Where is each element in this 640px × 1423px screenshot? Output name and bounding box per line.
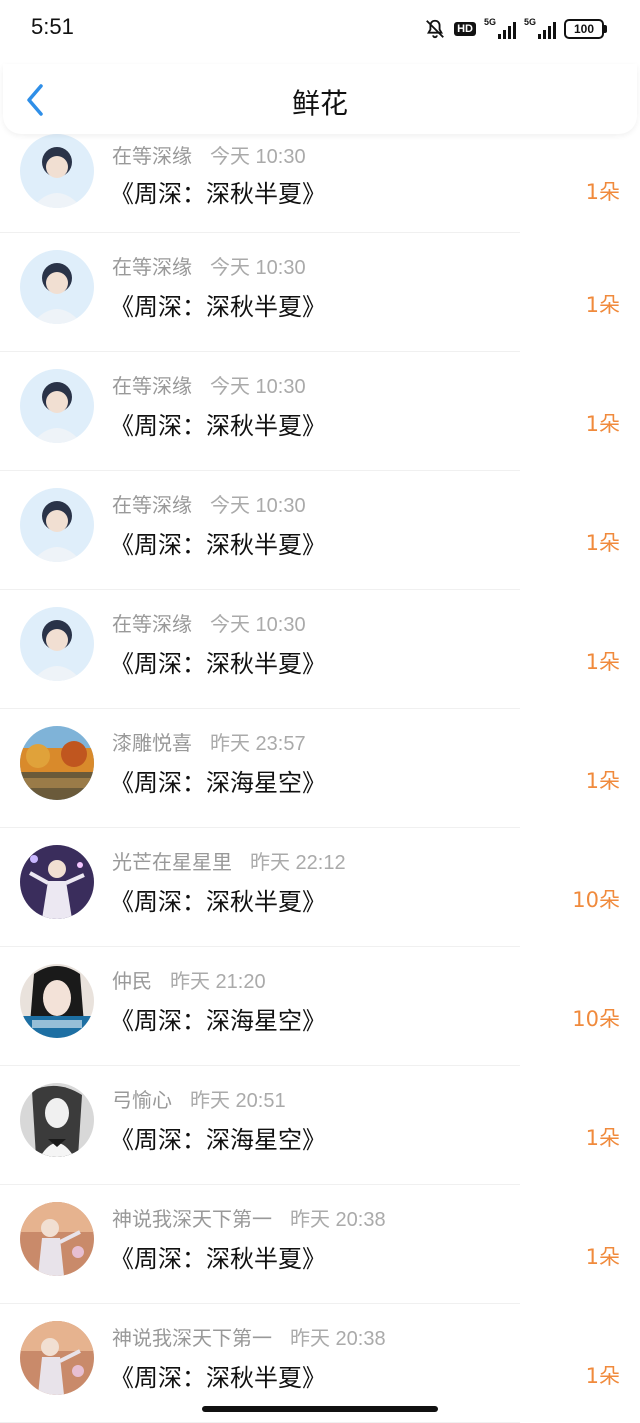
song-title: 《周深：深秋半夏》 <box>110 650 326 678</box>
send-time: 昨天 22:12 <box>250 852 346 874</box>
song-title: 《周深：深秋半夏》 <box>110 1364 326 1392</box>
send-time: 今天 10:30 <box>210 146 306 168</box>
avatar <box>20 1083 94 1157</box>
song-title: 《周深：深秋半夏》 <box>110 888 326 916</box>
song-title: 《周深：深海星空》 <box>110 1126 326 1154</box>
flower-quantity: 10朵 <box>572 1007 620 1031</box>
top-bar: 鲜花 <box>3 64 637 134</box>
sender-name: 在等深缘 <box>112 255 192 279</box>
status-time: 5:51 <box>31 14 74 39</box>
flower-quantity: 1朵 <box>585 531 620 555</box>
song-title: 《周深：深秋半夏》 <box>110 1245 326 1273</box>
song-title: 《周深：深海星空》 <box>110 769 326 797</box>
sender-name: 在等深缘 <box>112 612 192 636</box>
list-item[interactable]: 弓愉心 昨天 20:51 《周深：深海星空》 1朵 <box>0 1066 640 1185</box>
avatar <box>20 488 94 562</box>
sender-name: 弓愉心 <box>112 1088 172 1112</box>
song-title: 《周深：深秋半夏》 <box>110 180 326 208</box>
list-item[interactable]: 在等深缘 今天 10:30 《周深：深秋半夏》 1朵 <box>0 471 640 590</box>
home-indicator[interactable] <box>202 1406 438 1412</box>
page-title: 鲜花 <box>291 87 348 120</box>
avatar <box>20 845 94 919</box>
sender-name: 仲民 <box>112 969 152 993</box>
list-item[interactable]: 在等深缘 今天 10:30 《周深：深秋半夏》 1朵 <box>0 134 640 233</box>
sender-name: 神说我深天下第一 <box>112 1326 272 1350</box>
sender-name: 在等深缘 <box>112 374 192 398</box>
send-time: 今天 10:30 <box>210 376 306 398</box>
send-time: 昨天 20:38 <box>290 1328 386 1350</box>
send-time: 今天 10:30 <box>210 495 306 517</box>
flower-quantity: 1朵 <box>585 769 620 793</box>
avatar <box>20 726 94 800</box>
avatar <box>20 250 94 324</box>
signal-5g-1-icon: 5G <box>484 17 516 39</box>
list-item[interactable]: 在等深缘 今天 10:30 《周深：深秋半夏》 1朵 <box>0 233 640 352</box>
song-title: 《周深：深秋半夏》 <box>110 293 326 321</box>
signal-5g-2-icon: 5G <box>524 17 556 39</box>
avatar <box>20 369 94 443</box>
avatar <box>20 1202 94 1276</box>
song-title: 《周深：深秋半夏》 <box>110 531 326 559</box>
send-time: 昨天 21:20 <box>170 971 266 993</box>
sender-name: 在等深缘 <box>112 144 192 168</box>
send-time: 今天 10:30 <box>210 614 306 636</box>
flower-quantity: 1朵 <box>585 1245 620 1269</box>
hd-badge: HD <box>454 22 476 36</box>
battery-icon: 100 <box>564 19 607 39</box>
flower-quantity: 1朵 <box>585 293 620 317</box>
sender-name: 漆雕悦喜 <box>112 731 192 755</box>
list-item[interactable]: 在等深缘 今天 10:30 《周深：深秋半夏》 1朵 <box>0 352 640 471</box>
song-title: 《周深：深秋半夏》 <box>110 412 326 440</box>
send-time: 昨天 23:57 <box>210 733 306 755</box>
status-bar: 5:51 HD 5G 5G 100 <box>0 0 640 60</box>
sender-name: 在等深缘 <box>112 493 192 517</box>
flower-quantity: 10朵 <box>572 888 620 912</box>
avatar <box>20 964 94 1038</box>
song-title: 《周深：深海星空》 <box>110 1007 326 1035</box>
sender-name: 光芒在星星里 <box>112 850 232 874</box>
flower-record-list: 在等深缘 今天 10:30 《周深：深秋半夏》 1朵 在等深缘 今天 10:30 《… <box>0 134 640 1423</box>
avatar <box>20 607 94 681</box>
flower-quantity: 1朵 <box>585 412 620 436</box>
flower-quantity: 1朵 <box>585 650 620 674</box>
list-item[interactable]: 神说我深天下第一 昨天 20:38 《周深：深秋半夏》 1朵 <box>0 1185 640 1304</box>
avatar <box>20 134 94 208</box>
send-time: 昨天 20:38 <box>290 1209 386 1231</box>
flower-quantity: 1朵 <box>585 1126 620 1150</box>
list-item[interactable]: 在等深缘 今天 10:30 《周深：深秋半夏》 1朵 <box>0 590 640 709</box>
avatar <box>20 1321 94 1395</box>
status-icons: HD 5G 5G 100 <box>424 16 607 42</box>
bell-muted-icon <box>426 19 445 39</box>
list-item[interactable]: 光芒在星星里 昨天 22:12 《周深：深秋半夏》 10朵 <box>0 828 640 947</box>
list-item[interactable]: 仲民 昨天 21:20 《周深：深海星空》 10朵 <box>0 947 640 1066</box>
list-item[interactable]: 漆雕悦喜 昨天 23:57 《周深：深海星空》 1朵 <box>0 709 640 828</box>
send-time: 今天 10:30 <box>210 257 306 279</box>
flower-quantity: 1朵 <box>585 1364 620 1388</box>
flower-quantity: 1朵 <box>585 180 620 204</box>
send-time: 昨天 20:51 <box>190 1090 286 1112</box>
sender-name: 神说我深天下第一 <box>112 1207 272 1231</box>
